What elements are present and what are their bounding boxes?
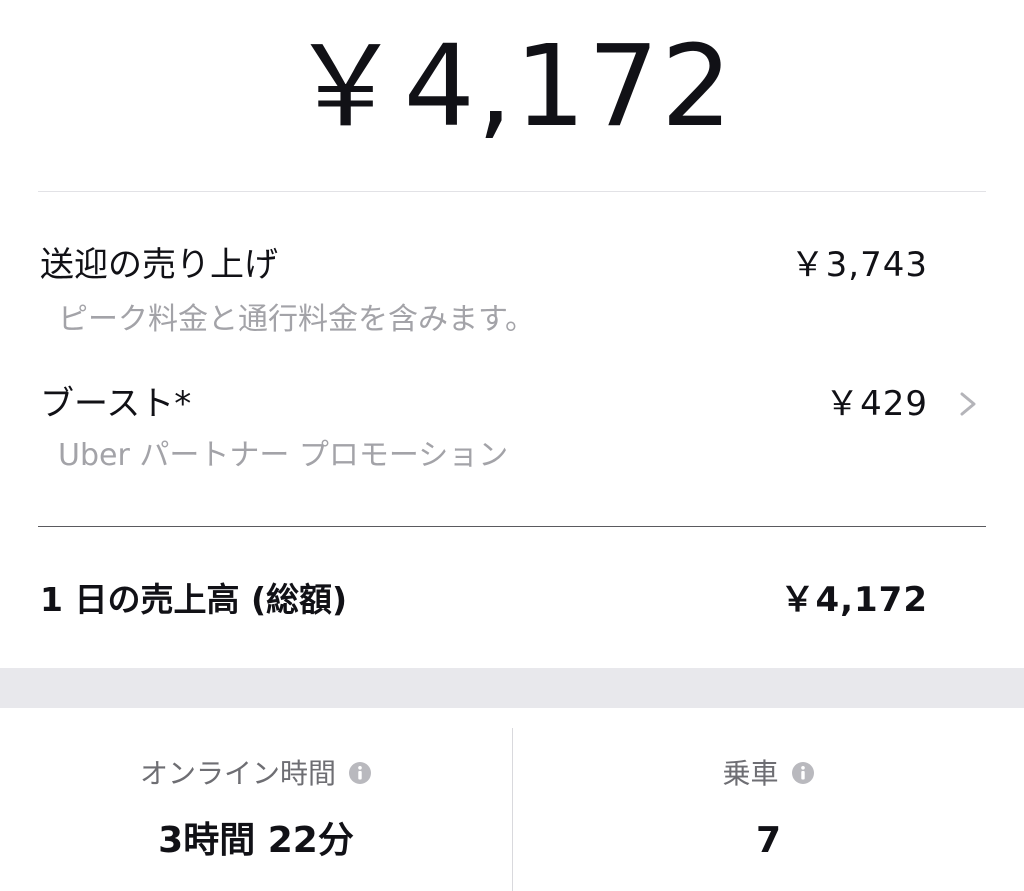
trips-panel: 乗車 7 xyxy=(513,708,1024,891)
divider xyxy=(38,526,986,527)
daily-total-label: 1 日の売上高 (総額) xyxy=(40,580,348,619)
online-time-value: 3時間 22分 xyxy=(158,820,354,861)
chevron-right-icon[interactable] xyxy=(954,389,982,419)
info-icon[interactable] xyxy=(791,761,815,785)
trips-title: 乗車 xyxy=(513,756,1024,792)
trips-value: 7 xyxy=(755,820,782,861)
boost-sublabel: Uber パートナー プロモーション xyxy=(58,438,509,473)
trips-label: 乗車 xyxy=(722,757,779,790)
fares-label: 送迎の売り上げ xyxy=(40,245,278,285)
section-separator xyxy=(0,668,1024,708)
fares-amount: ￥3,743 xyxy=(790,245,928,285)
online-time-panel: オンライン時間 3時間 22分 xyxy=(0,708,512,891)
info-icon[interactable] xyxy=(348,761,372,785)
daily-total-amount: ￥4,172 xyxy=(780,580,928,620)
fares-sublabel: ピーク料金と通行料金を含みます。 xyxy=(58,302,535,337)
divider xyxy=(38,191,986,192)
boost-label: ブースト* xyxy=(40,384,192,424)
online-time-title: オンライン時間 xyxy=(0,756,512,792)
boost-amount: ￥429 xyxy=(825,384,928,424)
online-time-label: オンライン時間 xyxy=(139,757,336,790)
total-earnings-amount: ￥4,172 xyxy=(289,22,735,152)
